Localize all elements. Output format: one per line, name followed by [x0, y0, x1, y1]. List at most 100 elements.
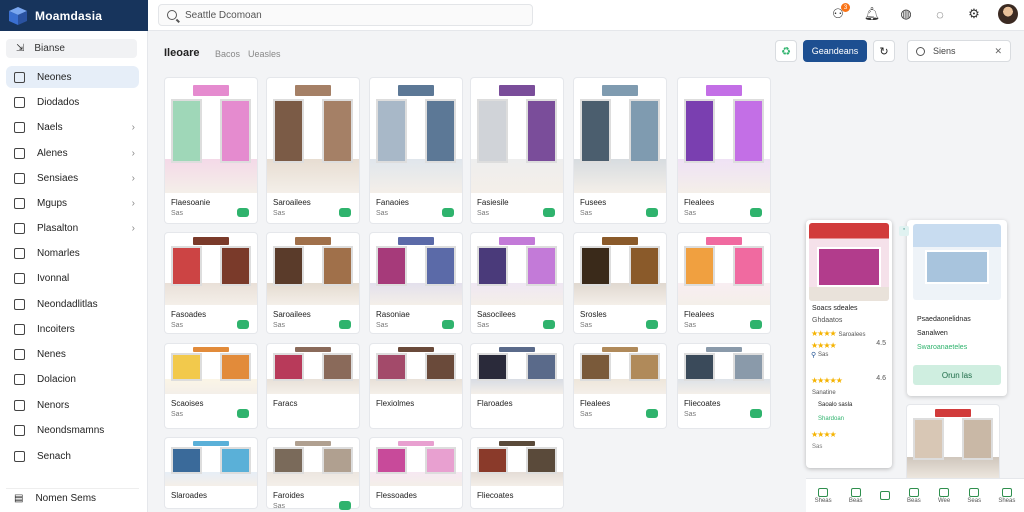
sidebar-item[interactable]: Incoiters — [6, 318, 139, 340]
store-tile[interactable] — [907, 405, 999, 489]
nav-icon — [14, 121, 25, 133]
globe-icon[interactable]: ◍ — [896, 4, 916, 24]
tile-title: Flaesoanie — [171, 198, 211, 207]
breadcrumb-item[interactable]: Bacos — [215, 49, 240, 59]
nav-icon — [969, 487, 980, 497]
store-tile[interactable]: Saroailees Sas — [267, 78, 359, 223]
tile-image — [370, 438, 462, 486]
sidebar-footer[interactable]: ▤ Nomen Sems — [6, 488, 139, 508]
tile-image — [267, 438, 359, 486]
sidebar-item[interactable]: Plasalton › — [6, 217, 139, 239]
bell-icon[interactable]: 🔔︎ — [862, 4, 882, 24]
nav-icon — [1001, 487, 1012, 497]
sidebar-item[interactable]: Sensiaes › — [6, 167, 139, 189]
store-tile[interactable]: Flessoades — [370, 438, 462, 508]
bottom-nav-item[interactable]: Beas — [907, 487, 921, 504]
store-tile[interactable]: Faroides Sas — [267, 438, 359, 510]
mall-photo — [678, 344, 770, 394]
tile-image — [471, 233, 563, 305]
tile-image — [165, 78, 257, 193]
filter-search-input[interactable]: Siens ✕ — [907, 40, 1011, 62]
bottom-nav-item[interactable]: Sheas — [815, 487, 832, 504]
tile-image — [574, 233, 666, 305]
sidebar-item[interactable]: Neondsmamns — [6, 419, 139, 441]
mall-photo — [165, 438, 257, 486]
store-action-button[interactable]: Orun las — [913, 365, 1001, 385]
store-tile[interactable]: Flexiolmes — [370, 344, 462, 428]
sidebar-item[interactable]: Nenors — [6, 394, 139, 416]
tile-image — [471, 344, 563, 394]
store-tile[interactable]: Flaesoanie Sas — [165, 78, 257, 223]
sidebar-item[interactable]: Alenes › — [6, 142, 139, 164]
store-tile[interactable]: Fanaoies Sas — [370, 78, 462, 223]
tile-title: Faroides — [273, 491, 305, 500]
store-tile[interactable]: Srosles Sas — [574, 233, 666, 333]
store-tile[interactable]: Fasiesile Sas — [471, 78, 563, 223]
detail-card[interactable]: Soacs sdeales Ghdaatos ★★★★ Saroalees ★★… — [806, 220, 892, 468]
bottom-nav-item[interactable]: Wee — [938, 487, 950, 504]
detail-line: Saoalo sasla — [818, 402, 853, 408]
status-badge — [339, 501, 351, 510]
sidebar-item[interactable]: Diodados — [6, 91, 139, 113]
avatar[interactable] — [998, 4, 1018, 24]
location-pin-icon: ⚲ — [811, 352, 817, 359]
help-icon[interactable]: ◌ — [930, 4, 950, 24]
primary-action-button[interactable]: Geandeans — [803, 40, 867, 62]
store-tile[interactable]: Saroailees Sas — [267, 233, 359, 333]
store-tile[interactable]: Fasoades Sas — [165, 233, 257, 333]
close-icon[interactable]: ✕ — [994, 46, 1002, 57]
sidebar-item[interactable]: Mgups › — [6, 192, 139, 214]
sidebar-item-label: Nomarles — [37, 247, 80, 259]
sidebar-item[interactable]: Ivonnal — [6, 267, 139, 289]
store-tile[interactable]: Slaroades — [165, 438, 257, 508]
store-tile[interactable]: Fusees Sas — [574, 78, 666, 223]
nav-icon — [14, 197, 25, 209]
chevron-right-icon: › — [131, 197, 135, 209]
sidebar-collapse-toggle[interactable]: ⇲ Bianse — [6, 39, 137, 58]
tile-title: Rasoniae — [376, 310, 410, 319]
store-image — [913, 224, 1001, 300]
chevron-right-icon: › — [131, 121, 135, 133]
store-tile[interactable]: Flealees Sas — [678, 233, 770, 333]
bottom-nav-item[interactable]: Beas — [849, 487, 863, 504]
tile-subtitle: Sas — [477, 322, 490, 329]
bottom-nav-item[interactable] — [879, 490, 890, 501]
tile-image — [678, 78, 770, 193]
mall-photo — [471, 78, 563, 193]
breadcrumb-item[interactable]: Ueasles — [248, 49, 281, 59]
store-tile[interactable]: Scaoises Sas — [165, 344, 257, 428]
store-tile[interactable]: Sasocilees Sas — [471, 233, 563, 333]
user-alert-icon[interactable]: ⚇ 3 — [828, 3, 850, 24]
sidebar-item[interactable]: Neondadlitlas — [6, 293, 139, 315]
bottom-nav-item[interactable]: Seas — [967, 487, 981, 504]
store-tile[interactable]: Flealees Sas — [574, 344, 666, 428]
tile-image — [165, 438, 257, 486]
refresh-button[interactable]: ↻ — [873, 40, 895, 62]
global-search-input[interactable]: Seattle Dcomoan — [158, 4, 533, 26]
sidebar-item[interactable]: Neones — [6, 66, 139, 88]
bottom-nav-item[interactable]: Sheas — [998, 487, 1015, 504]
sidebar-item[interactable]: Dolacion — [6, 368, 139, 390]
gear-icon[interactable]: ⚙ — [964, 4, 984, 24]
sidebar-item[interactable]: Nenes — [6, 343, 139, 365]
store-tile[interactable]: Faracs — [267, 344, 359, 428]
store-tile[interactable]: Fliecoates — [471, 438, 563, 508]
toolbar: ♻ Geandeans ↻ — [775, 40, 895, 62]
store-tile[interactable]: Flaroades — [471, 344, 563, 428]
bottom-nav-label: Beas — [907, 497, 921, 504]
mall-photo — [267, 438, 359, 486]
recycle-button[interactable]: ♻ — [775, 40, 797, 62]
store-tile[interactable]: Fliecoates Sas — [678, 344, 770, 428]
tile-subtitle: Sas — [684, 322, 697, 329]
store-card[interactable]: ◦ Psaedaonelidnas Sanalwen Swaroanaetele… — [899, 220, 1007, 396]
sidebar-item[interactable]: Senach — [6, 445, 139, 467]
nav-icon — [908, 487, 919, 497]
settings-icon: ▤ — [14, 493, 24, 504]
mall-photo — [471, 344, 563, 394]
detail-line: Sas — [818, 352, 829, 358]
sidebar-item[interactable]: Nomarles — [6, 242, 139, 264]
mall-photo — [165, 233, 257, 305]
store-tile[interactable]: Flealees Sas — [678, 78, 770, 223]
sidebar-item[interactable]: Naels › — [6, 116, 139, 138]
store-tile[interactable]: Rasoniae Sas — [370, 233, 462, 333]
